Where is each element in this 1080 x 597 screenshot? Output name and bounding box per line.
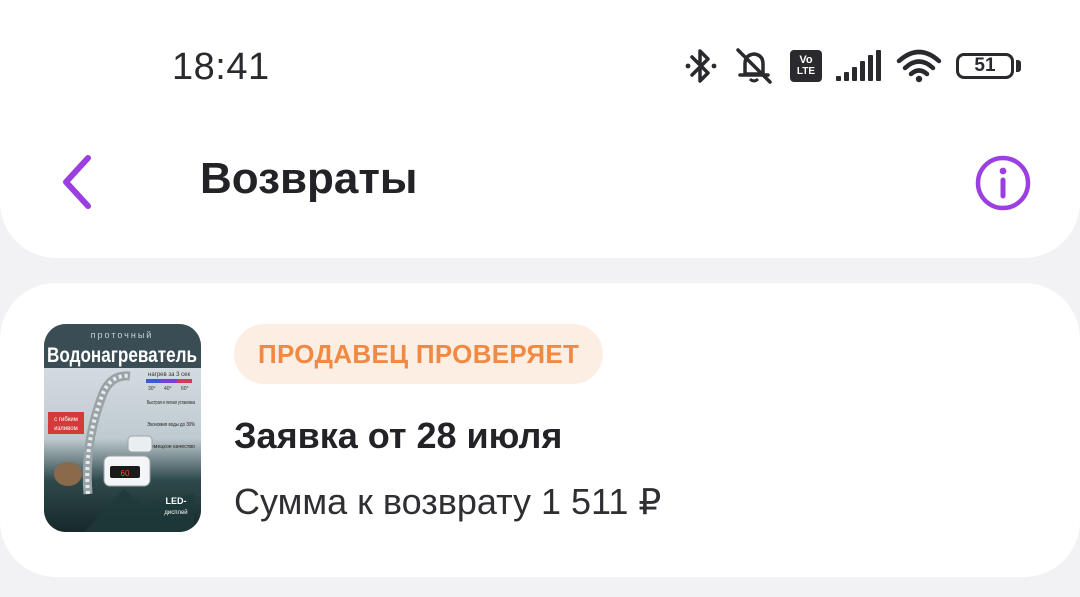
- image-top-text: проточный: [91, 330, 154, 340]
- info-icon: [975, 155, 1031, 211]
- chevron-left-icon: [63, 155, 91, 209]
- battery-level: 51: [974, 55, 996, 76]
- mute-icon: [736, 48, 772, 84]
- hose-label-2: изливом: [54, 426, 77, 432]
- lte-label: LTE: [796, 66, 816, 77]
- wifi-icon: [896, 49, 942, 83]
- image-heat-text: нагрев за 3 сек: [148, 372, 190, 378]
- bluetooth-icon: [685, 49, 717, 83]
- water-heater-image: проточный Водонагреватель нагрев за 3 се…: [44, 324, 201, 532]
- feature-3: Немецкое качество: [147, 444, 195, 450]
- feature-2: Экономия воды до 30%: [147, 422, 195, 428]
- return-request-card[interactable]: проточный Водонагреватель нагрев за 3 се…: [0, 283, 1080, 577]
- request-title: Заявка от 28 июля: [234, 415, 563, 456]
- temp-40: 40°: [164, 386, 172, 392]
- temp-30: 30°: [148, 386, 156, 392]
- signal-icon: [836, 50, 881, 81]
- image-main-text: Водонагреватель: [47, 344, 197, 367]
- led-label-1: LED-: [166, 496, 187, 506]
- feature-1: Быстрая и легкая установка: [147, 400, 196, 406]
- page-title: Возвраты: [200, 154, 418, 203]
- volte-icon: Vo LTE: [790, 50, 822, 82]
- info-button[interactable]: [974, 154, 1032, 212]
- volte-label: Vo: [799, 54, 813, 66]
- status-time: 18:41: [172, 46, 270, 88]
- battery-icon: 51: [956, 51, 1022, 81]
- refund-amount: Сумма к возврату 1 511 ₽: [234, 481, 662, 522]
- display-value: 60: [121, 469, 130, 478]
- header-panel: 18:41 Vo LTE 51 Возвраты: [0, 0, 1080, 258]
- bottom-spacer: [0, 577, 1080, 597]
- product-image: проточный Водонагреватель нагрев за 3 се…: [44, 324, 201, 532]
- status-icons: Vo LTE 51: [684, 46, 1022, 86]
- hose-label-1: с гибким: [54, 417, 78, 423]
- status-badge: ПРОДАВЕЦ ПРОВЕРЯЕТ: [234, 324, 604, 384]
- temp-60: 60°: [181, 386, 189, 392]
- back-button[interactable]: [52, 150, 104, 214]
- led-label-2: дисплей: [164, 509, 187, 516]
